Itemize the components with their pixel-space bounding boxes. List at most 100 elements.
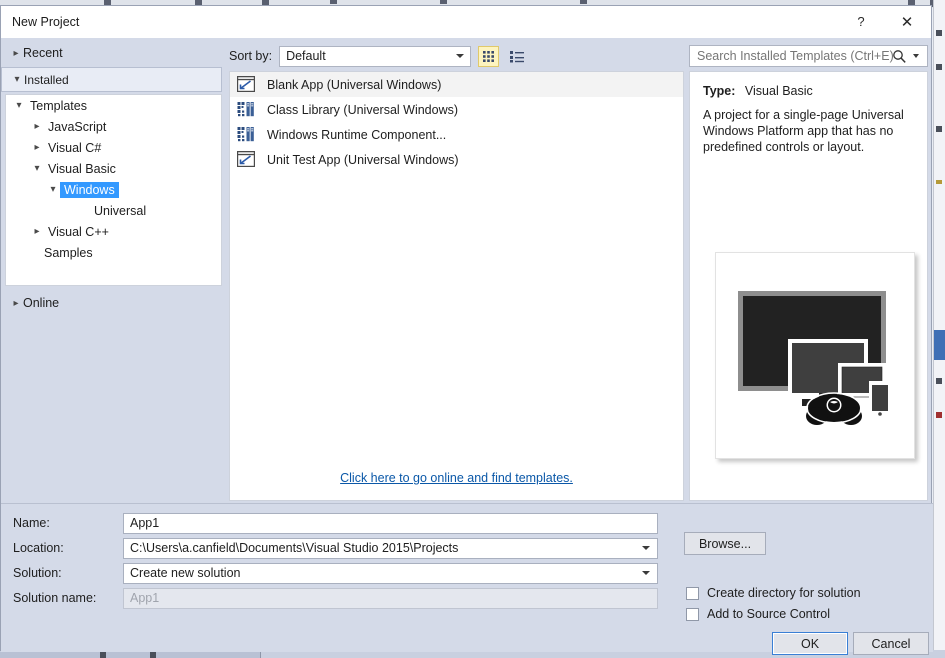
name-field[interactable]: App1 bbox=[123, 512, 658, 534]
type-label: Type: bbox=[703, 84, 736, 98]
solution-name-row: Solution name: App1 bbox=[1, 587, 681, 609]
tree-item-samples[interactable]: Samples bbox=[6, 242, 221, 263]
template-item-label: Unit Test App (Universal Windows) bbox=[267, 152, 459, 167]
background-highlight bbox=[934, 330, 945, 360]
nav-item-online[interactable]: Online bbox=[1, 291, 223, 315]
background-icon bbox=[936, 180, 942, 184]
tree-item-label: Templates bbox=[30, 98, 87, 113]
browse-button[interactable]: Browse... bbox=[684, 532, 766, 555]
tree-item-label: Visual C++ bbox=[48, 224, 109, 239]
tree-item-templates[interactable]: Templates bbox=[6, 95, 221, 116]
template-item-windows-runtime-component[interactable]: Windows Runtime Component... bbox=[230, 122, 683, 147]
search-icon bbox=[892, 49, 907, 67]
create-directory-checkbox[interactable]: Create directory for solution bbox=[686, 586, 861, 600]
search-placeholder: Search Installed Templates (Ctrl+E) bbox=[697, 49, 894, 63]
help-button[interactable]: ? bbox=[839, 6, 883, 37]
nav-item-installed-label: Installed bbox=[24, 72, 69, 87]
ok-button[interactable]: OK bbox=[772, 632, 848, 655]
solution-label: Solution: bbox=[13, 566, 62, 580]
solution-row: Solution: Create new solution bbox=[1, 562, 681, 584]
name-row: Name: App1 bbox=[1, 512, 681, 534]
sort-by-select[interactable]: Default bbox=[279, 45, 472, 67]
tree-item-label: Visual Basic bbox=[48, 161, 116, 176]
chevron-down-icon bbox=[30, 163, 44, 174]
chevron-down-icon[interactable] bbox=[642, 546, 650, 550]
project-form: Name: App1 Location: C:\Users\a.canfield… bbox=[1, 503, 933, 655]
list-view-button[interactable] bbox=[506, 46, 527, 67]
tree-item-label: Visual C# bbox=[48, 140, 102, 155]
chevron-right-icon bbox=[30, 226, 44, 237]
nav-item-recent-label: Recent bbox=[23, 46, 63, 60]
template-item-class-library[interactable]: Class Library (Universal Windows) bbox=[230, 97, 683, 122]
chevron-right-icon bbox=[30, 142, 44, 153]
grid-view-button[interactable] bbox=[478, 45, 500, 67]
uwp-device-family-illustration bbox=[715, 252, 915, 459]
list-view-icon bbox=[509, 50, 524, 62]
class-library-icon bbox=[237, 126, 257, 144]
close-button[interactable]: ✕ bbox=[885, 6, 929, 37]
type-value: Visual Basic bbox=[744, 84, 813, 98]
sort-toolbar: Sort by: Default bbox=[229, 45, 527, 67]
solution-select[interactable]: Create new solution bbox=[123, 562, 658, 584]
app-window-icon bbox=[237, 75, 257, 94]
background-icon bbox=[936, 30, 942, 36]
tree-item-windows[interactable]: Windows bbox=[6, 179, 221, 200]
dialog-body: Recent Installed Templates JavaScript Vi… bbox=[1, 38, 931, 504]
location-field[interactable]: C:\Users\a.canfield\Documents\Visual Stu… bbox=[123, 537, 658, 559]
background-marker bbox=[100, 652, 106, 658]
tree-item-label: JavaScript bbox=[48, 119, 107, 134]
search-input[interactable]: Search Installed Templates (Ctrl+E) bbox=[689, 45, 928, 67]
nav-item-installed[interactable]: Installed bbox=[1, 67, 222, 92]
background-taskbar bbox=[0, 652, 261, 658]
background-icon bbox=[936, 412, 942, 418]
chevron-down-icon[interactable] bbox=[642, 571, 650, 575]
checkbox-box bbox=[686, 586, 699, 600]
chevron-right-icon bbox=[9, 298, 23, 309]
tree-item-universal[interactable]: Universal bbox=[6, 200, 221, 221]
background-icon bbox=[936, 64, 942, 70]
create-directory-label: Create directory for solution bbox=[707, 586, 861, 600]
chevron-right-icon bbox=[9, 48, 23, 59]
tree-item-javascript[interactable]: JavaScript bbox=[6, 116, 221, 137]
background-app-panel bbox=[933, 0, 945, 658]
template-item-label: Blank App (Universal Windows) bbox=[267, 77, 442, 92]
template-item-unit-test-app[interactable]: Unit Test App (Universal Windows) bbox=[230, 147, 683, 172]
chevron-down-icon bbox=[456, 54, 465, 58]
app-window-icon bbox=[237, 150, 257, 169]
template-type-line: Type: Visual Basic bbox=[703, 84, 914, 98]
online-templates-link[interactable]: Click here to go online and find templat… bbox=[340, 471, 573, 485]
new-project-dialog: New Project ? ✕ Recent Installed Templat… bbox=[0, 5, 933, 655]
template-description: A project for a single-page Universal Wi… bbox=[703, 108, 904, 154]
online-templates-link-wrap: Click here to go online and find templat… bbox=[229, 471, 684, 485]
template-list: Blank App (Universal Windows) Class Libr… bbox=[229, 71, 684, 501]
cancel-button[interactable]: Cancel bbox=[853, 632, 929, 655]
left-navigation-panel: Recent Installed Templates JavaScript Vi… bbox=[1, 38, 223, 504]
source-control-label: Add to Source Control bbox=[707, 607, 830, 621]
location-row: Location: C:\Users\a.canfield\Documents\… bbox=[1, 537, 681, 559]
tree-item-label: Windows bbox=[60, 181, 119, 198]
title-bar: New Project ? ✕ bbox=[1, 6, 931, 38]
solution-name-label: Solution name: bbox=[13, 591, 97, 605]
tree-item-label: Universal bbox=[94, 203, 147, 218]
tree-item-visual-cpp[interactable]: Visual C++ bbox=[6, 221, 221, 242]
template-item-blank-app[interactable]: Blank App (Universal Windows) bbox=[230, 72, 683, 97]
chevron-down-icon bbox=[12, 100, 26, 111]
tree-item-visual-basic[interactable]: Visual Basic bbox=[6, 158, 221, 179]
background-marker bbox=[150, 652, 156, 658]
chevron-down-icon bbox=[46, 184, 60, 195]
chevron-right-icon bbox=[30, 121, 44, 132]
tree-item-visual-csharp[interactable]: Visual C# bbox=[6, 137, 221, 158]
nav-item-recent[interactable]: Recent bbox=[1, 41, 223, 65]
template-category-tree: Templates JavaScript Visual C# Visual Ba… bbox=[5, 94, 222, 286]
class-library-icon bbox=[237, 101, 257, 119]
grid-view-icon bbox=[483, 50, 495, 62]
chevron-down-icon[interactable] bbox=[913, 54, 919, 58]
template-item-label: Class Library (Universal Windows) bbox=[267, 102, 459, 117]
template-preview-panel: Type: Visual Basic A project for a singl… bbox=[689, 71, 928, 501]
nav-item-online-label: Online bbox=[23, 296, 60, 310]
source-control-checkbox[interactable]: Add to Source Control bbox=[686, 607, 830, 621]
chevron-down-icon bbox=[10, 74, 24, 85]
sort-by-label: Sort by: bbox=[229, 49, 273, 63]
solution-name-field[interactable]: App1 bbox=[123, 587, 658, 609]
solution-value: Create new solution bbox=[130, 566, 241, 580]
